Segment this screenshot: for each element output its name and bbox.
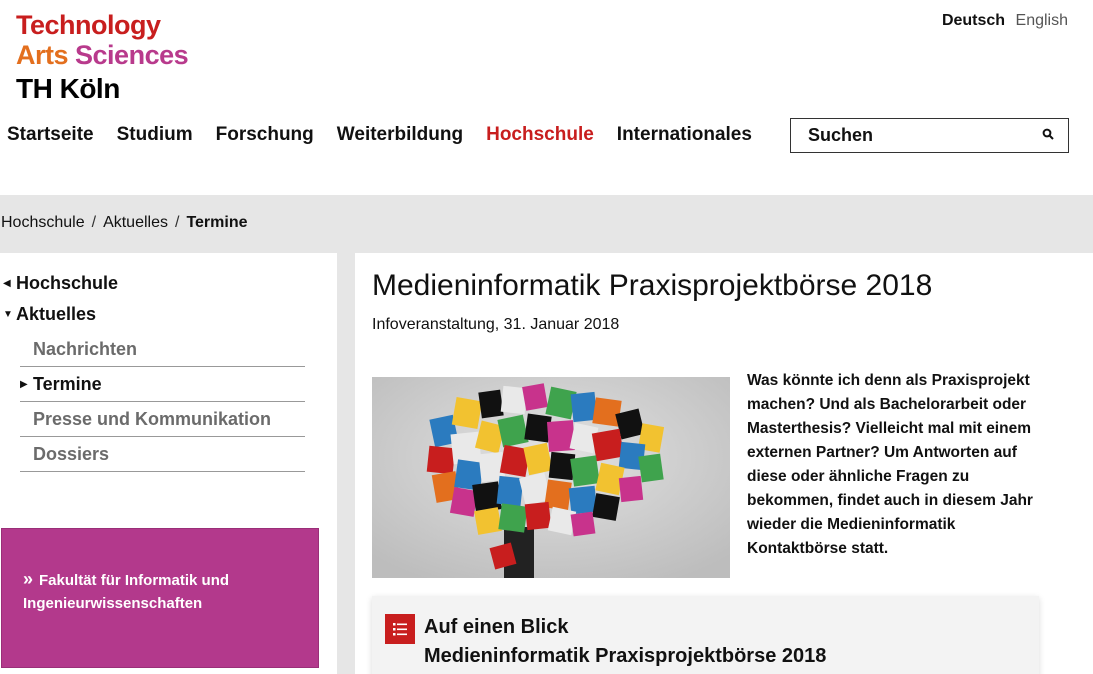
language-switcher: Deutsch English <box>942 12 1068 30</box>
sidebar-item-nachrichten[interactable]: Nachrichten <box>20 332 305 367</box>
caret-down-icon: ▼ <box>3 309 13 320</box>
search-input[interactable]: Suchen <box>790 118 1069 153</box>
nav-weiterbildung[interactable]: Weiterbildung <box>337 124 463 146</box>
at-a-glance-box: Auf einen Blick Medieninformatik Praxisp… <box>372 596 1039 674</box>
faculty-link-box[interactable]: » Fakultät für Informatik und Ingenieurwi… <box>1 528 319 668</box>
sidebar-item-label: Dossiers <box>33 443 110 464</box>
breadcrumb-separator: / <box>91 214 97 231</box>
sidebar-item-label: Nachrichten <box>33 338 138 359</box>
search-icon[interactable] <box>1042 127 1054 145</box>
nav-internationales[interactable]: Internationales <box>617 124 752 146</box>
nav-studium[interactable]: Studium <box>117 124 193 146</box>
nav-hochschule[interactable]: Hochschule <box>486 124 594 146</box>
breadcrumb-separator: / <box>174 214 180 231</box>
glance-heading: Auf einen Blick <box>424 616 569 638</box>
sidebar-item-label: Hochschule <box>16 273 119 293</box>
caret-left-icon: ◀ <box>3 278 11 289</box>
logo-technology: Technology <box>16 10 161 40</box>
main-content: Medieninformatik Praxisprojektbörse 2018… <box>355 253 1093 674</box>
logo-sciences: Sciences <box>75 40 189 70</box>
glance-event-title: Medieninformatik Praxisprojektbörse 2018 <box>424 645 827 667</box>
sidebar-item-label: Presse und Kommunikation <box>33 408 272 429</box>
faculty-link-label: Fakultät für Informatik und Ingenieurwis… <box>23 572 230 612</box>
search-placeholder: Suchen <box>808 125 874 145</box>
breadcrumb-hochschule[interactable]: Hochschule <box>1 214 85 231</box>
page-title: Medieninformatik Praxisprojektbörse 2018 <box>372 269 933 302</box>
lang-deutsch[interactable]: Deutsch <box>942 12 1005 29</box>
breadcrumb: Hochschule / Aktuelles / Termine <box>1 214 248 232</box>
logo-th-koeln: TH Köln <box>16 73 120 104</box>
sidebar-item-label: Aktuelles <box>16 304 97 324</box>
nav-forschung[interactable]: Forschung <box>216 124 314 146</box>
breadcrumb-aktuelles[interactable]: Aktuelles <box>103 214 168 231</box>
teaser-image-letter-collage <box>372 377 730 578</box>
breadcrumb-current: Termine <box>186 214 248 231</box>
logo-arts: Arts <box>16 40 69 70</box>
article-intro: Was könnte ich denn als Praxisprojekt ma… <box>747 372 1033 557</box>
main-navigation: Startseite Studium Forschung Weiterbildu… <box>7 124 752 146</box>
list-icon <box>385 614 415 644</box>
caret-right-icon: ▶ <box>20 378 28 390</box>
sidebar-item-aktuelles[interactable]: ▼ Aktuelles <box>0 304 96 325</box>
nav-startseite[interactable]: Startseite <box>7 124 94 146</box>
event-subtitle: Infoveranstaltung, 31. Januar 2018 <box>372 316 620 333</box>
th-koeln-logo[interactable]: Technology Arts Sciences TH Köln <box>16 10 189 104</box>
double-chevron-right-icon: » <box>23 569 34 589</box>
sidebar-item-termine[interactable]: ▶ Termine <box>20 367 305 402</box>
sidebar-item-hochschule[interactable]: ◀ Hochschule <box>0 273 118 294</box>
sidebar-item-presse[interactable]: Presse und Kommunikation <box>20 402 305 437</box>
sidebar-item-label: Termine <box>33 373 102 394</box>
sidebar-item-dossiers[interactable]: Dossiers <box>20 437 305 472</box>
lang-english[interactable]: English <box>1016 12 1068 29</box>
